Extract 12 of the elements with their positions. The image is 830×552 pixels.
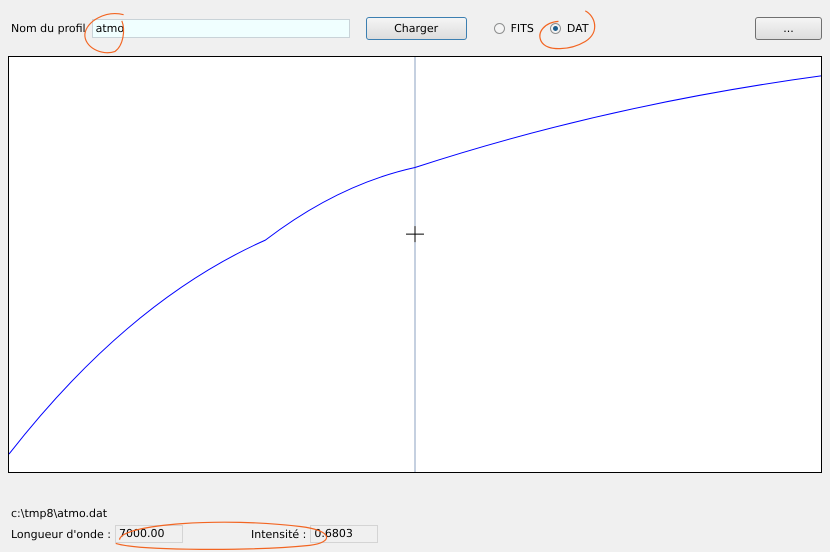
crosshair-icon [406, 226, 424, 243]
format-radio[interactable]: DAT [550, 22, 589, 34]
field-label: Nom du profil [11, 22, 86, 34]
radio-icon[interactable] [550, 22, 561, 34]
file-path: c:\tmp8\atmo.dat [11, 507, 108, 521]
readout-label: Intensité : [251, 528, 306, 540]
readout-label: Longueur d'onde : [11, 528, 112, 540]
radio-icon[interactable] [494, 22, 505, 34]
browse-button[interactable]: ... [755, 16, 822, 40]
load-button[interactable]: Charger [366, 16, 467, 40]
profile-name-field[interactable]: atmo [92, 18, 350, 38]
format-radio[interactable]: FITS [494, 22, 534, 34]
